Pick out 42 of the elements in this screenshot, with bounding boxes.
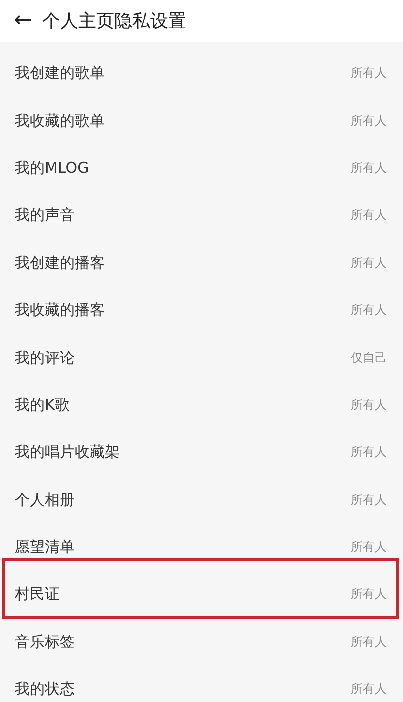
settings-row[interactable]: 我的K歌 所有人	[0, 382, 403, 430]
setting-label: 个人相册	[15, 490, 75, 510]
back-button[interactable]: ←	[12, 10, 34, 32]
setting-value: 所有人	[351, 681, 387, 698]
setting-label: 我的唱片收藏架	[15, 443, 120, 462]
setting-value: 仅自己	[351, 350, 387, 367]
setting-value: 所有人	[351, 634, 387, 651]
setting-label: 我的状态	[15, 680, 75, 700]
setting-label: 音乐标签	[15, 632, 75, 652]
setting-label: 愿望清单	[15, 538, 75, 558]
page-title: 个人主页隐私设置	[42, 10, 186, 33]
setting-value: 所有人	[351, 65, 387, 82]
settings-row[interactable]: 音乐标签 所有人	[0, 618, 403, 666]
settings-row[interactable]: 我的MLOG 所有人	[0, 144, 403, 192]
setting-label: 我收藏的歌单	[15, 112, 105, 131]
settings-row[interactable]: 个人相册 所有人	[0, 476, 403, 524]
settings-row[interactable]: 我创建的歌单 所有人	[0, 50, 403, 98]
setting-value: 所有人	[351, 254, 387, 272]
setting-label: 我创建的播客	[15, 254, 105, 273]
setting-value: 所有人	[351, 396, 387, 414]
setting-value: 所有人	[351, 302, 387, 320]
setting-label: 我的评论	[15, 348, 75, 368]
setting-label: 我的声音	[15, 206, 75, 226]
setting-label: 我收藏的播客	[15, 301, 105, 320]
settings-row[interactable]: 我的评论 仅自己	[0, 334, 403, 382]
settings-row[interactable]: 我的状态 所有人	[0, 666, 403, 702]
setting-value: 所有人	[351, 492, 387, 509]
setting-value: 所有人	[351, 586, 387, 604]
setting-value: 所有人	[351, 539, 387, 556]
setting-value: 所有人	[351, 112, 387, 130]
setting-label: 我的MLOG	[15, 158, 90, 178]
setting-label: 村民证	[15, 585, 60, 604]
setting-label: 我创建的歌单	[15, 64, 105, 84]
setting-label: 我的K歌	[15, 396, 70, 415]
setting-value: 所有人	[351, 444, 387, 462]
settings-row[interactable]: 我收藏的播客 所有人	[0, 286, 403, 334]
setting-value: 所有人	[351, 207, 387, 224]
settings-row[interactable]: 我收藏的歌单 所有人	[0, 97, 403, 145]
settings-row[interactable]: 我创建的播客 所有人	[0, 240, 403, 287]
setting-value: 所有人	[351, 160, 387, 177]
settings-row[interactable]: 我的声音 所有人	[0, 192, 403, 240]
settings-row[interactable]: 我的唱片收藏架 所有人	[0, 429, 403, 477]
